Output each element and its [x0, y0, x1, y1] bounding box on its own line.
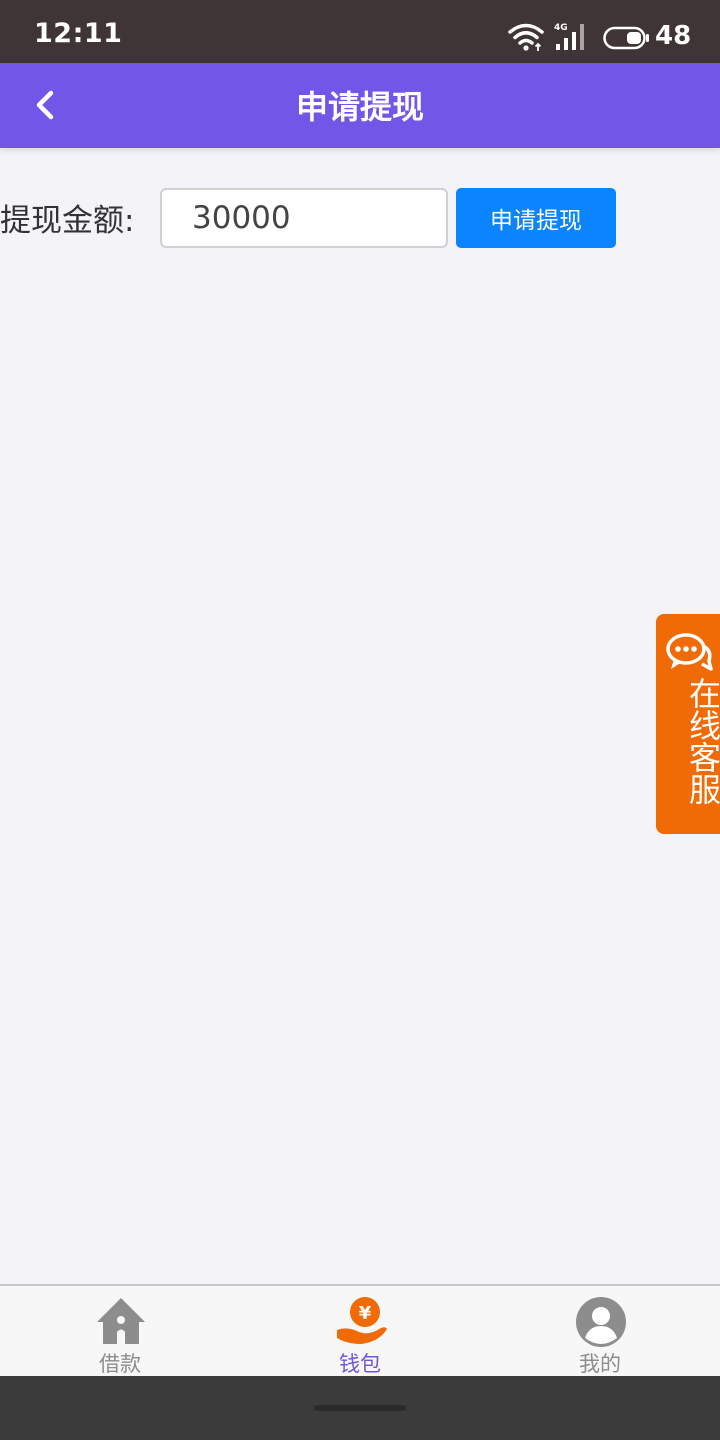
status-bar: 12:11 4G 48 [0, 0, 720, 63]
battery-percent: 48 [655, 21, 692, 51]
amount-input[interactable] [160, 188, 448, 248]
wallet-yuan-icon: ¥ [337, 1297, 387, 1344]
amount-label: 提现金额: [0, 203, 135, 239]
svg-text:¥: ¥ [359, 1303, 372, 1324]
signal-icon: 4G [554, 23, 584, 50]
bottom-tab-bar: 借款 ¥ 钱包 我的 [0, 1284, 720, 1376]
system-nav-bar [0, 1376, 720, 1440]
tab-loan[interactable]: 借款 [0, 1286, 240, 1378]
status-time: 12:11 [34, 18, 123, 49]
app-header: 申请提现 [0, 63, 720, 148]
tab-wallet[interactable]: ¥ 钱包 [240, 1286, 480, 1378]
home-icon [97, 1298, 145, 1344]
page-title: 申请提现 [295, 88, 424, 126]
chat-bubbles-icon [666, 633, 713, 671]
home-gesture-bar[interactable] [314, 1405, 406, 1411]
tab-mine[interactable]: 我的 [480, 1286, 720, 1378]
online-service-button[interactable]: 在线客服 [656, 614, 720, 834]
tab-mine-label: 我的 [579, 1352, 621, 1376]
tab-loan-label: 借款 [99, 1352, 141, 1376]
wifi-icon [508, 23, 544, 51]
network-type-label: 4G [554, 23, 568, 33]
battery-icon [603, 26, 649, 50]
submit-withdraw-button[interactable]: 申请提现 [456, 188, 616, 248]
user-icon [576, 1297, 626, 1347]
tab-wallet-label: 钱包 [339, 1352, 381, 1376]
online-service-label: 在线客服 [684, 677, 720, 805]
